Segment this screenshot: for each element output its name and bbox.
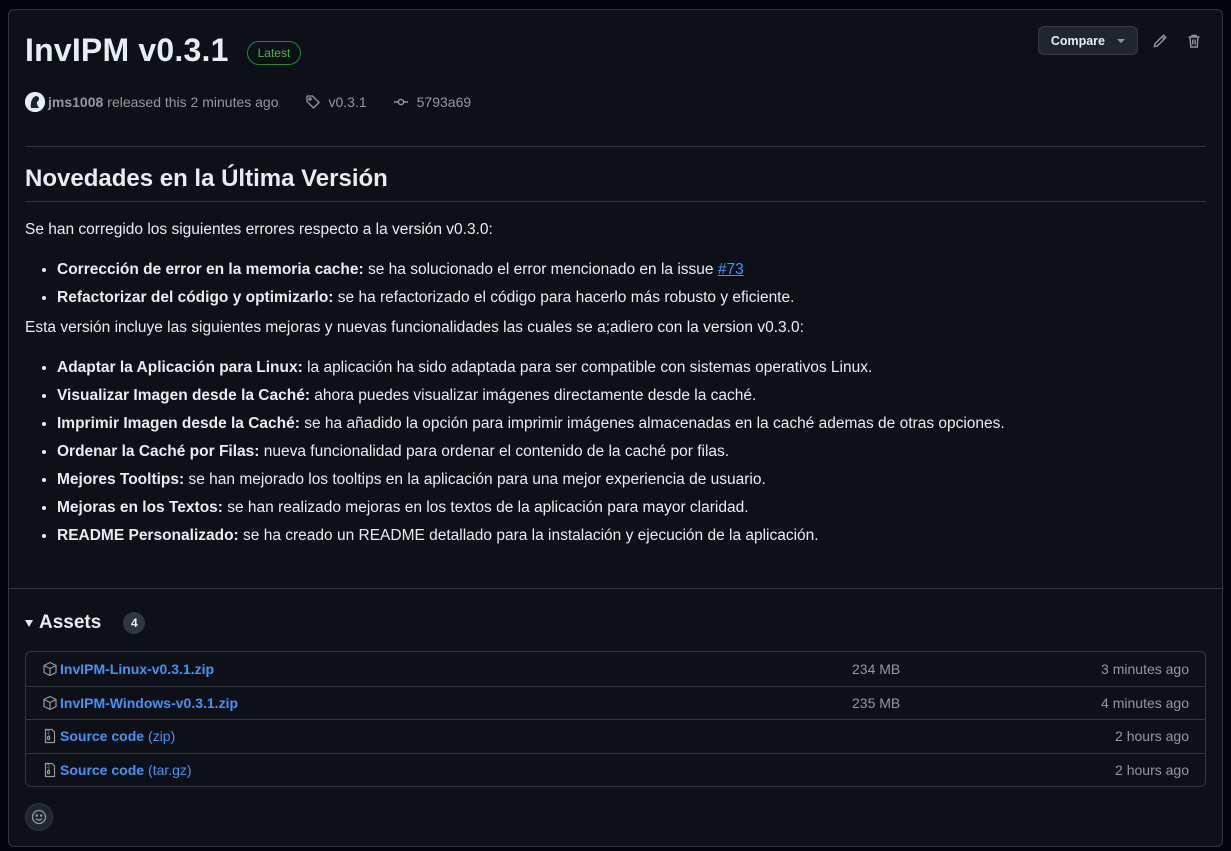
smiley-icon: [31, 809, 47, 825]
list-item: Adaptar la Aplicación para Linux: la apl…: [57, 358, 1206, 378]
fix-text: se ha solucionado el error mencionado en…: [363, 261, 718, 278]
chevron-down-icon: [1117, 38, 1125, 43]
git-commit-icon: [393, 98, 408, 106]
package-icon: [43, 695, 57, 710]
compare-button[interactable]: Compare: [1037, 26, 1138, 55]
released-text: released this 2 minutes ago: [107, 94, 279, 110]
list-item: README Personalizado: se ha creado un RE…: [57, 526, 1206, 546]
feature-text: se han realizado mejoras en los textos d…: [222, 499, 749, 516]
feature-title: README Personalizado:: [57, 527, 239, 544]
tag-label: v0.3.1: [328, 94, 367, 110]
release-card: InvIPM v0.3.1 Latest Compare jms1008 rel…: [8, 9, 1223, 847]
feature-title: Mejores Tooltips:: [57, 471, 185, 488]
fixes-list: Corrección de error en la memoria cache:…: [25, 260, 1206, 308]
asset-time: 2 hours ago: [1115, 728, 1189, 745]
list-item: Mejores Tooltips: se han mejorado los to…: [57, 470, 1206, 490]
asset-ext: (zip): [148, 728, 176, 745]
list-item: Mejoras en los Textos: se han realizado …: [57, 498, 1206, 518]
list-item: Corrección de error en la memoria cache:…: [57, 260, 1206, 280]
assets-title: Assets: [39, 612, 102, 633]
release-title[interactable]: InvIPM v0.3.1: [25, 32, 229, 69]
commit-sha: 5793a69: [416, 94, 472, 110]
tag-icon: [305, 95, 320, 109]
list-item: Ordenar la Caché por Filas: nueva funcio…: [57, 442, 1206, 462]
feature-text: se han mejorado los tooltips en la aplic…: [184, 471, 766, 488]
package-icon: [43, 661, 57, 676]
asset-row: Source code (tar.gz) 2 hours ago: [26, 752, 1205, 787]
file-zip-icon: [44, 729, 56, 744]
delete-button[interactable]: [1182, 29, 1206, 53]
add-reaction-button[interactable]: [25, 803, 53, 831]
asset-size: 234 MB: [852, 660, 901, 677]
file-zip-icon: [44, 762, 56, 777]
fixes-intro: Se han corregido los siguientes errores …: [25, 221, 493, 238]
features-list: Adaptar la Aplicación para Linux: la apl…: [25, 358, 1206, 546]
asset-size: 235 MB: [852, 694, 901, 711]
asset-name: Source code: [60, 728, 145, 745]
assets-count-badge: 4: [123, 612, 146, 634]
feature-text: se ha creado un README detallado para la…: [238, 527, 819, 544]
latest-badge: Latest: [246, 40, 302, 65]
release-actions: Compare: [1037, 26, 1206, 55]
asset-name: InvIPM-Linux-v0.3.1.zip: [60, 660, 215, 677]
features-intro: Esta versión incluye las siguientes mejo…: [25, 319, 804, 336]
divider: [25, 146, 1206, 147]
release-title-row: InvIPM v0.3.1 Latest: [25, 32, 302, 69]
edit-button[interactable]: [1148, 29, 1172, 53]
feature-text: ahora puedes visualizar imágenes directa…: [310, 387, 757, 404]
avatar[interactable]: [25, 92, 45, 112]
asset-link[interactable]: Source code (zip): [42, 728, 175, 744]
feature-title: Mejoras en los Textos:: [57, 499, 223, 516]
feature-text: la aplicación ha sido adaptada para ser …: [302, 359, 873, 376]
asset-time: 3 minutes ago: [1101, 660, 1189, 677]
feature-text: se ha añadido la opción para imprimir im…: [299, 415, 1005, 432]
release-notes: Novedades en la Última Versión Se han co…: [25, 165, 1206, 554]
asset-ext: (tar.gz): [148, 761, 192, 778]
feature-title: Adaptar la Aplicación para Linux:: [57, 359, 303, 376]
compare-label: Compare: [1050, 33, 1105, 48]
asset-name: InvIPM-Windows-v0.3.1.zip: [60, 694, 239, 711]
trash-icon: [1188, 34, 1200, 48]
asset-link[interactable]: Source code (tar.gz): [42, 762, 192, 778]
asset-link[interactable]: InvIPM-Linux-v0.3.1.zip: [42, 661, 214, 677]
asset-row: InvIPM-Windows-v0.3.1.zip 235 MB 4 minut…: [26, 685, 1205, 720]
asset-time: 4 minutes ago: [1101, 694, 1189, 711]
fix-text: se ha refactorizado el código para hacer…: [333, 289, 795, 306]
asset-link[interactable]: InvIPM-Windows-v0.3.1.zip: [42, 695, 238, 711]
asset-name: Source code: [60, 761, 145, 778]
triangle-down-icon: [25, 619, 33, 627]
asset-row: InvIPM-Linux-v0.3.1.zip 234 MB 3 minutes…: [26, 652, 1205, 686]
divider: [9, 588, 1222, 589]
notes-heading: Novedades en la Última Versión: [25, 165, 1206, 202]
asset-row: Source code (zip) 2 hours ago: [26, 719, 1205, 753]
release-meta: jms1008 released this 2 minutes ago v0.3…: [25, 92, 471, 112]
author-link[interactable]: jms1008: [48, 94, 103, 110]
feature-text: nueva funcionalidad para ordenar el cont…: [259, 443, 730, 460]
pencil-icon: [1153, 33, 1167, 47]
feature-title: Visualizar Imagen desde la Caché:: [57, 387, 310, 404]
fix-title: Corrección de error en la memoria cache:: [57, 261, 364, 278]
assets-list: InvIPM-Linux-v0.3.1.zip 234 MB 3 minutes…: [25, 651, 1206, 787]
list-item: Visualizar Imagen desde la Caché: ahora …: [57, 386, 1206, 406]
list-item: Refactorizar del código y optimizarlo: s…: [57, 288, 1206, 308]
asset-time: 2 hours ago: [1115, 761, 1189, 778]
commit-link[interactable]: 5793a69: [393, 94, 472, 110]
list-item: Imprimir Imagen desde la Caché: se ha añ…: [57, 414, 1206, 434]
tag-link[interactable]: v0.3.1: [305, 94, 367, 110]
assets-toggle[interactable]: Assets 4: [25, 612, 146, 634]
feature-title: Imprimir Imagen desde la Caché:: [57, 415, 300, 432]
fix-title: Refactorizar del código y optimizarlo:: [57, 289, 334, 306]
feature-title: Ordenar la Caché por Filas:: [57, 443, 260, 460]
issue-link[interactable]: #73: [718, 261, 744, 278]
